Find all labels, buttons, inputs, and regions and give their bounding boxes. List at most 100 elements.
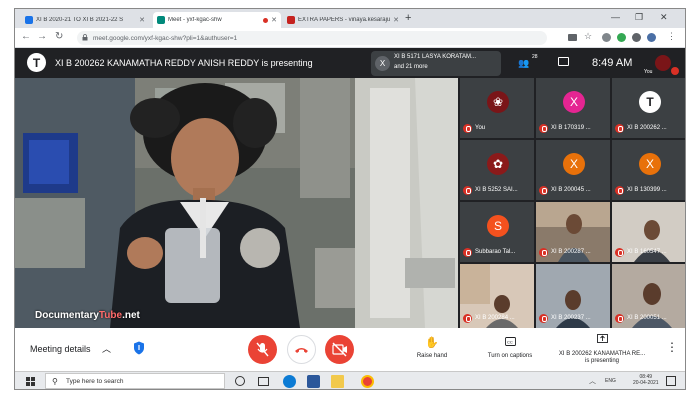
- people-icon[interactable]: 👥: [518, 58, 529, 69]
- presenting-status-button[interactable]: XI B 200262 KANAMATHA RE... is presentin…: [552, 331, 652, 364]
- more-options-icon[interactable]: ⋮: [666, 340, 678, 354]
- notifications-icon[interactable]: [666, 376, 676, 386]
- watermark-accent: Tube: [98, 310, 123, 321]
- notification-line2: and 21 more: [394, 64, 428, 70]
- participant-tile[interactable]: X XI B 200045 ...: [536, 140, 610, 200]
- windows-start-icon[interactable]: [26, 377, 35, 386]
- cortana-icon[interactable]: [235, 376, 245, 386]
- meeting-clock: 8:49 AM: [592, 57, 633, 69]
- tab-meet[interactable]: Meet - yxf-kgac-shw ✕: [153, 12, 281, 28]
- new-tab-button[interactable]: +: [405, 12, 411, 24]
- participant-avatar: T: [639, 91, 661, 113]
- tab-classroom[interactable]: XI B 2020-21 TO XI B 2021-22 S ✕: [21, 12, 149, 28]
- participant-name: XI B 200284 ...: [475, 315, 515, 321]
- classroom-favicon-icon: [25, 16, 33, 24]
- participant-tile[interactable]: X XI B 170319 ...: [536, 78, 610, 138]
- task-view-icon[interactable]: [258, 377, 269, 386]
- tab-title: Meet - yxf-kgac-shw: [168, 17, 222, 23]
- camera-off-icon: [332, 342, 347, 357]
- mic-off-icon: [463, 314, 472, 323]
- close-tab-icon[interactable]: ✕: [271, 16, 277, 24]
- minimize-button[interactable]: —: [611, 12, 620, 22]
- close-tab-icon[interactable]: ✕: [393, 16, 399, 24]
- taskbar-clock[interactable]: 08:49 20-04-2021: [633, 374, 659, 386]
- chat-icon[interactable]: [558, 57, 569, 66]
- participant-tile[interactable]: S Subbarao Tal...: [460, 202, 534, 262]
- back-arrow-icon[interactable]: ←: [21, 31, 31, 42]
- reload-icon[interactable]: ↻: [55, 31, 63, 42]
- participant-tile[interactable]: XI B 160547 ...: [612, 202, 685, 262]
- mic-off-button[interactable]: [248, 335, 277, 364]
- space-station-scene: [15, 78, 458, 328]
- participant-avatar: X: [563, 91, 585, 113]
- browser-toolbar: ← → ↻ meet.google.com/yxf-kgac-shw?pli=1…: [15, 28, 685, 48]
- participant-avatar: X: [563, 153, 585, 175]
- profile-avatar-icon[interactable]: [647, 33, 656, 42]
- self-avatar: [655, 55, 671, 71]
- chrome-icon[interactable]: [361, 375, 374, 388]
- participant-tile[interactable]: ✿ XI B 5252 SAI...: [460, 140, 534, 200]
- notification-avatar: X: [375, 56, 390, 71]
- word-icon[interactable]: [307, 375, 320, 388]
- mic-off-icon: [539, 124, 548, 133]
- participant-avatar: S: [487, 215, 509, 237]
- close-tab-icon[interactable]: ✕: [139, 16, 145, 24]
- self-label: You: [644, 69, 653, 75]
- captions-button[interactable]: CC Turn on captions: [477, 333, 543, 359]
- address-bar[interactable]: meet.google.com/yxf-kgac-shw?pli=1&authu…: [77, 31, 547, 45]
- mic-off-icon: [539, 186, 548, 195]
- shield-icon[interactable]: [133, 341, 145, 355]
- presenting-banner: XI B 200262 KANAMATHA REDDY ANISH REDDY …: [55, 58, 313, 68]
- language-indicator[interactable]: ENG: [605, 378, 616, 384]
- participant-tile[interactable]: XI B 200287 ...: [536, 202, 610, 262]
- participant-tile[interactable]: XI B 200051 ...: [612, 264, 685, 328]
- forward-arrow-icon[interactable]: →: [37, 31, 47, 42]
- screenshot-frame: XI B 2020-21 TO XI B 2021-22 S ✕ Meet - …: [14, 8, 686, 390]
- search-placeholder: Type here to search: [66, 378, 124, 385]
- tab-title: EXTRA PAPERS - vinaya.kesaraju: [298, 17, 391, 23]
- mic-off-icon: [615, 314, 624, 323]
- video-watermark: DocumentaryTube.net: [35, 310, 140, 321]
- participant-name: XI B 170319 ...: [551, 125, 591, 131]
- taskbar-search-input[interactable]: ⚲ Type here to search: [45, 373, 225, 389]
- url-text: meet.google.com/yxf-kgac-shw?pli=1&authu…: [93, 34, 238, 42]
- tab-gmail[interactable]: EXTRA PAPERS - vinaya.kesaraju ✕: [283, 12, 403, 28]
- participant-avatar: X: [639, 153, 661, 175]
- participant-tile[interactable]: T XI B 200262 ...: [612, 78, 685, 138]
- join-notification[interactable]: X XI B 5171 LASYA KORATAM... and 21 more: [371, 51, 501, 76]
- extension-icon[interactable]: [602, 33, 611, 42]
- raise-hand-button[interactable]: ✋ Raise hand: [407, 333, 457, 359]
- meet-favicon-icon: [157, 16, 165, 24]
- puzzle-extensions-icon[interactable]: [632, 33, 641, 42]
- camera-site-icon[interactable]: [568, 34, 577, 41]
- self-photo-avatar: ❀: [487, 91, 509, 113]
- tray-chevron-icon[interactable]: ︿: [589, 376, 596, 386]
- chevron-up-icon[interactable]: ︿: [102, 342, 111, 355]
- participant-name: XI B 200045 ...: [551, 187, 591, 193]
- meeting-details-button[interactable]: Meeting details: [30, 344, 91, 354]
- closed-captions-icon: CC: [504, 337, 516, 346]
- participant-name: XI B 130399 ...: [627, 187, 667, 193]
- close-window-button[interactable]: ✕: [660, 12, 668, 23]
- participant-name: Subbarao Tal...: [475, 249, 516, 255]
- camera-off-button[interactable]: [325, 335, 354, 364]
- watermark-main: Documentary: [35, 310, 99, 321]
- participant-tile[interactable]: X XI B 130399 ...: [612, 140, 685, 200]
- participant-tile[interactable]: XI B 200237 ...: [536, 264, 610, 328]
- mic-off-icon: [615, 186, 624, 195]
- participant-photo-avatar: ✿: [487, 153, 509, 175]
- participant-name: XI B 200262 ...: [627, 125, 667, 131]
- edge-icon[interactable]: [283, 375, 296, 388]
- bookmark-star-icon[interactable]: ☆: [584, 31, 592, 42]
- file-explorer-icon[interactable]: [331, 375, 344, 388]
- hand-icon: ✋: [425, 337, 439, 349]
- presentation-video: DocumentaryTube.net: [15, 78, 458, 328]
- maximize-button[interactable]: ❐: [635, 12, 643, 23]
- extension-green-icon[interactable]: [617, 33, 626, 42]
- participant-tile[interactable]: ❀ You: [460, 78, 534, 138]
- browser-menu-icon[interactable]: ⋮: [667, 31, 676, 42]
- search-icon: ⚲: [52, 377, 58, 386]
- participant-tile[interactable]: XI B 200284 ...: [460, 264, 534, 328]
- participant-name: XI B 200051 ...: [627, 315, 667, 321]
- leave-call-button[interactable]: [287, 335, 316, 364]
